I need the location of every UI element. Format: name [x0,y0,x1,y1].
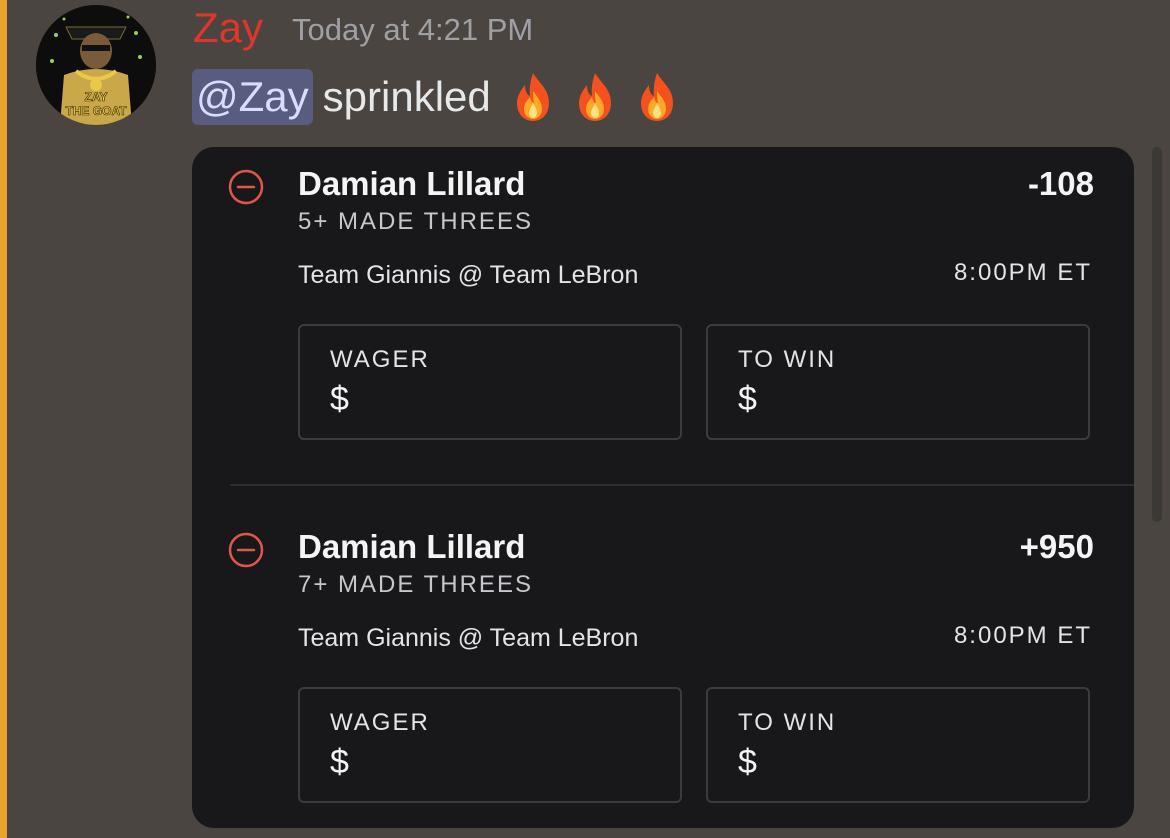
message-text: sprinkled [322,73,491,120]
fire-emoji[interactable] [629,69,685,125]
to-win-value: $ [738,743,757,781]
timestamp[interactable]: Today at 4:21 PM [292,12,533,48]
scrollbar[interactable] [1152,147,1162,522]
message-content: @Zay sprinkled [192,68,685,126]
game-time: 8:00PM ET [953,259,1092,286]
player-name: Damian Lillard [298,165,526,202]
bet-item: Damian Lillard +950 7+ MADE THREES Team … [192,510,1134,828]
user-mention[interactable]: @Zay [192,69,313,125]
wager-value: $ [330,743,349,781]
fire-emoji[interactable] [505,69,561,125]
avatar-text-bottom: THE GOAT [65,104,127,118]
bet-slip-card: Damian Lillard -108 5+ MADE THREES Team … [192,147,1134,828]
bet-market: 7+ MADE THREES [298,571,533,598]
bet-odds: +950 [1019,528,1094,565]
avatar-text-top: ZAY [85,90,108,104]
to-win-value: $ [738,380,757,418]
username[interactable]: Zay [193,4,263,52]
bet-odds: -108 [1027,165,1094,202]
wager-field[interactable]: WAGER $ [298,687,682,803]
bet-item: Damian Lillard -108 5+ MADE THREES Team … [192,147,1134,477]
game-matchup: Team Giannis @ Team LeBron [298,624,639,652]
avatar-image: ZAY THE GOAT [36,5,156,125]
to-win-field[interactable]: TO WIN $ [706,687,1090,803]
to-win-field[interactable]: TO WIN $ [706,324,1090,440]
fire-emoji[interactable] [567,69,623,125]
remove-bet-icon[interactable] [228,532,264,568]
message-highlight-bar [0,0,7,838]
wager-field[interactable]: WAGER $ [298,324,682,440]
to-win-label: TO WIN [738,346,837,373]
wager-label: WAGER [330,709,430,736]
wager-value: $ [330,380,349,418]
game-matchup: Team Giannis @ Team LeBron [298,261,639,289]
wager-label: WAGER [330,346,430,373]
bet-market: 5+ MADE THREES [298,208,533,235]
remove-bet-icon[interactable] [228,169,264,205]
bet-divider [230,484,1134,486]
player-name: Damian Lillard [298,528,526,565]
to-win-label: TO WIN [738,709,837,736]
emoji-group [505,69,685,125]
game-time: 8:00PM ET [953,622,1092,649]
avatar[interactable]: ZAY THE GOAT [36,5,156,125]
